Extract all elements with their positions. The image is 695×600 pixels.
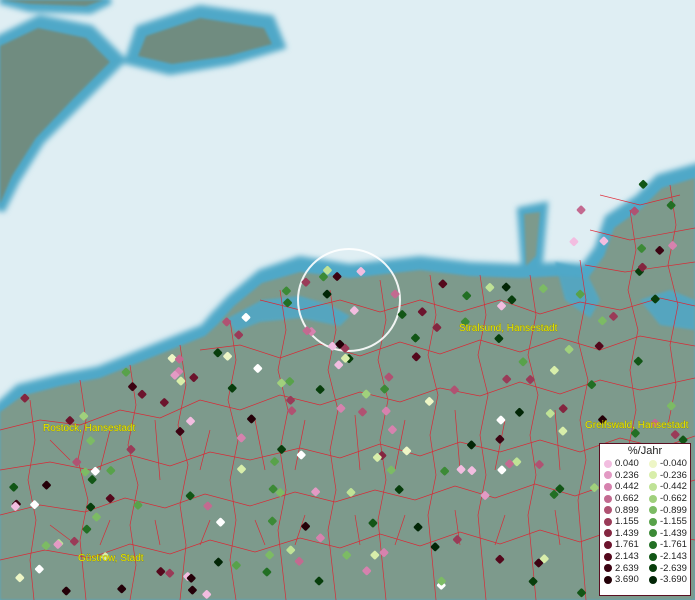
legend-swatch <box>604 517 612 526</box>
legend-value: 1.439 <box>615 527 639 539</box>
legend-value: -3.690 <box>660 574 687 586</box>
legend-entry-positive: 0.899 <box>600 505 645 516</box>
legend-swatch <box>604 552 612 561</box>
city-label-stralsund: Stralsund, Hansestadt <box>459 323 558 334</box>
legend-entry-positive: 2.143 <box>600 551 645 562</box>
legend-rows: 0.040 -0.040 0.236 -0.236 0.442 -0.442 0.662 -0… <box>600 458 690 586</box>
legend-entry-positive: 1.761 <box>600 539 645 550</box>
legend-swatch <box>604 540 612 549</box>
legend-entry-positive: 0.040 <box>600 458 645 469</box>
legend-entry-positive: 1.155 <box>600 516 645 527</box>
legend: %/Jahr 0.040 -0.040 0.236 -0.236 0.442 -0.442… <box>599 443 691 596</box>
legend-swatch <box>649 529 657 538</box>
legend-value: -0.236 <box>660 469 687 481</box>
legend-value: 3.690 <box>615 574 639 586</box>
legend-entry-negative: -3.690 <box>645 574 690 585</box>
legend-entry-positive: 3.690 <box>600 574 645 585</box>
city-label-guestrow: Güstrow, Stadt <box>78 553 144 564</box>
legend-value: -1.439 <box>660 527 687 539</box>
city-label-greifswald: Greifswald, Hansestadt <box>585 420 689 431</box>
legend-swatch <box>649 517 657 526</box>
legend-value: 1.155 <box>615 516 639 528</box>
legend-swatch <box>604 529 612 538</box>
legend-entry-positive: 0.236 <box>600 470 645 481</box>
legend-row: 0.236 -0.236 <box>600 470 690 482</box>
legend-swatch <box>649 506 657 515</box>
legend-swatch <box>649 552 657 561</box>
legend-value: -0.662 <box>660 493 687 505</box>
legend-row: 0.040 -0.040 <box>600 458 690 470</box>
legend-swatch <box>604 494 612 503</box>
legend-swatch <box>604 471 612 480</box>
legend-entry-negative: -0.236 <box>645 470 690 481</box>
legend-row: 0.899 -0.899 <box>600 504 690 516</box>
legend-row: 1.155 -1.155 <box>600 516 690 528</box>
legend-row: 2.143 -2.143 <box>600 551 690 563</box>
legend-row: 3.690 -3.690 <box>600 574 690 586</box>
legend-row: 1.761 -1.761 <box>600 539 690 551</box>
legend-entry-negative: -2.143 <box>645 551 690 562</box>
map-canvas[interactable]: Stralsund, Hansestadt Rostock, Hansestad… <box>0 0 695 600</box>
legend-swatch <box>604 482 612 491</box>
legend-swatch <box>604 564 612 573</box>
legend-value: 0.662 <box>615 493 639 505</box>
legend-row: 0.662 -0.662 <box>600 493 690 505</box>
legend-title: %/Jahr <box>627 445 663 457</box>
legend-swatch <box>649 575 657 584</box>
legend-entry-positive: 0.662 <box>600 493 645 504</box>
legend-value: 2.639 <box>615 562 639 574</box>
legend-entry-negative: -0.442 <box>645 481 690 492</box>
legend-value: -0.899 <box>660 504 687 516</box>
legend-entry-negative: -0.662 <box>645 493 690 504</box>
legend-swatch <box>604 506 612 515</box>
legend-entry-negative: -0.899 <box>645 505 690 516</box>
legend-value: 1.761 <box>615 539 639 551</box>
legend-value: -1.155 <box>660 516 687 528</box>
legend-value: -2.143 <box>660 551 687 563</box>
legend-entry-positive: 1.439 <box>600 528 645 539</box>
city-label-rostock: Rostock, Hansestadt <box>43 423 135 434</box>
legend-swatch <box>604 459 612 468</box>
legend-row: 1.439 -1.439 <box>600 528 690 540</box>
legend-swatch <box>604 575 612 584</box>
legend-entry-negative: -2.639 <box>645 563 690 574</box>
legend-swatch <box>649 482 657 491</box>
legend-entry-negative: -1.439 <box>645 528 690 539</box>
legend-entry-negative: -1.761 <box>645 539 690 550</box>
legend-value: 0.442 <box>615 481 639 493</box>
legend-row: 2.639 -2.639 <box>600 562 690 574</box>
legend-row: 0.442 -0.442 <box>600 481 690 493</box>
legend-swatch <box>649 471 657 480</box>
legend-value: -0.040 <box>660 458 687 470</box>
legend-value: 0.040 <box>615 458 639 470</box>
legend-swatch <box>649 459 657 468</box>
legend-swatch <box>649 494 657 503</box>
legend-swatch <box>649 540 657 549</box>
legend-entry-positive: 0.442 <box>600 481 645 492</box>
legend-swatch <box>649 564 657 573</box>
legend-value: 2.143 <box>615 551 639 563</box>
legend-value: -0.442 <box>660 481 687 493</box>
legend-value: -2.639 <box>660 562 687 574</box>
legend-value: -1.761 <box>660 539 687 551</box>
legend-value: 0.899 <box>615 504 639 516</box>
legend-entry-positive: 2.639 <box>600 563 645 574</box>
legend-entry-negative: -0.040 <box>645 458 690 469</box>
legend-entry-negative: -1.155 <box>645 516 690 527</box>
legend-value: 0.236 <box>615 469 639 481</box>
